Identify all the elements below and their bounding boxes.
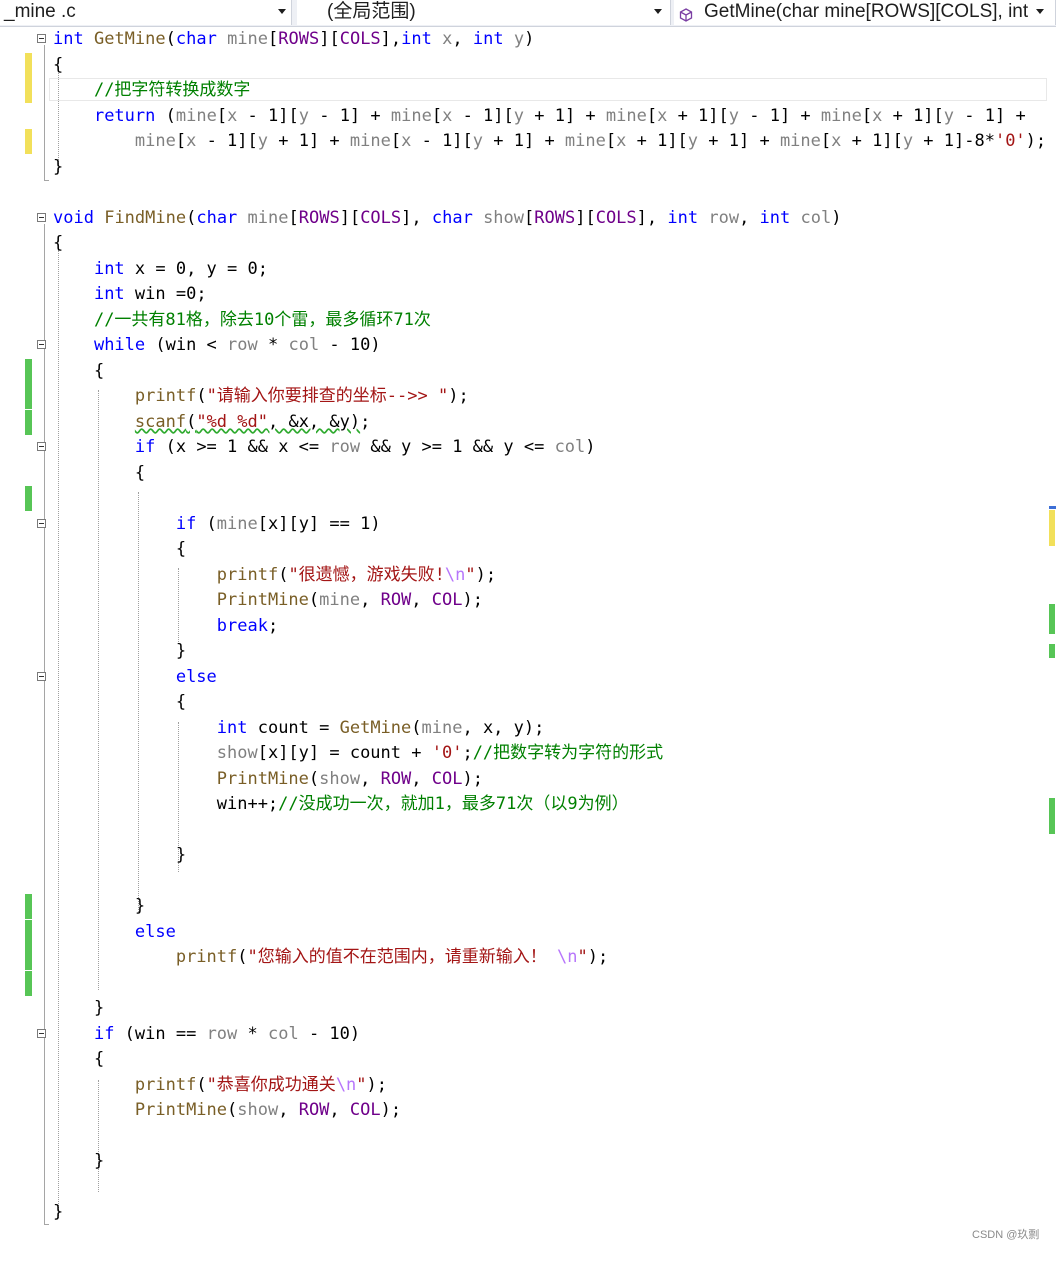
- scroll-change-marker: [1049, 604, 1055, 634]
- code-line[interactable]: if (win == row * col - 10): [0, 1022, 1050, 1047]
- change-marker-saved: [25, 894, 32, 919]
- code-line[interactable]: printf("恭喜你成功通关\n");: [0, 1073, 1050, 1098]
- chevron-down-icon: [654, 9, 662, 14]
- code-line[interactable]: [0, 971, 1050, 996]
- code-line[interactable]: PrintMine(mine, ROW, COL);: [0, 588, 1050, 613]
- change-marker-saved: [25, 410, 32, 435]
- scrollbar-map[interactable]: [1049, 26, 1056, 1250]
- collapse-toggle-icon[interactable]: [37, 442, 46, 451]
- code-line[interactable]: printf("请输入你要排查的坐标-->> ");: [0, 384, 1050, 409]
- code-line[interactable]: printf("您输入的值不在范围内，请重新输入！ \n");: [0, 945, 1050, 970]
- code-line[interactable]: return (mine[x - 1][y - 1] + mine[x - 1]…: [0, 104, 1050, 129]
- code-line[interactable]: void FindMine(char mine[ROWS][COLS], cha…: [0, 206, 1050, 231]
- code-line[interactable]: show[x][y] = count + '0';//把数字转为字符的形式: [0, 741, 1050, 766]
- change-marker-saved: [25, 359, 32, 384]
- code-line[interactable]: {: [0, 461, 1050, 486]
- code-line[interactable]: scanf("%d %d", &x, &y);: [0, 410, 1050, 435]
- code-line[interactable]: }: [0, 1149, 1050, 1174]
- change-marker-saved: [25, 920, 32, 945]
- code-line[interactable]: int win =0;: [0, 282, 1050, 307]
- code-line[interactable]: {: [0, 231, 1050, 256]
- scroll-change-marker: [1049, 798, 1055, 834]
- code-line[interactable]: {: [0, 690, 1050, 715]
- collapse-toggle-icon[interactable]: [37, 519, 46, 528]
- collapse-toggle-icon[interactable]: [37, 340, 46, 349]
- change-marker-unsaved: [25, 53, 32, 78]
- code-line[interactable]: if (x >= 1 && x <= row && y >= 1 && y <=…: [0, 435, 1050, 460]
- outline-bracket-end: [44, 180, 49, 181]
- code-line[interactable]: {: [0, 537, 1050, 562]
- change-marker-saved: [25, 971, 32, 996]
- code-line[interactable]: while (win < row * col - 10): [0, 333, 1050, 358]
- change-marker-unsaved: [25, 78, 32, 103]
- code-line[interactable]: int GetMine(char mine[ROWS][COLS],int x,…: [0, 27, 1050, 52]
- code-line[interactable]: }: [0, 843, 1050, 868]
- code-line[interactable]: int count = GetMine(mine, x, y);: [0, 716, 1050, 741]
- code-line[interactable]: else: [0, 920, 1050, 945]
- scroll-change-marker: [1049, 644, 1055, 658]
- scroll-caret-marker: [1049, 506, 1056, 509]
- change-marker-unsaved: [25, 129, 32, 154]
- file-dropdown[interactable]: _mine .c: [0, 0, 292, 25]
- collapse-toggle-icon[interactable]: [37, 1029, 46, 1038]
- collapse-toggle-icon[interactable]: [37, 672, 46, 681]
- code-line[interactable]: }: [0, 894, 1050, 919]
- code-line[interactable]: int x = 0, y = 0;: [0, 257, 1050, 282]
- change-marker-saved: [25, 486, 32, 511]
- code-line[interactable]: PrintMine(show, ROW, COL);: [0, 767, 1050, 792]
- code-line[interactable]: }: [0, 1200, 1050, 1225]
- code-line[interactable]: }: [0, 639, 1050, 664]
- collapse-toggle-icon[interactable]: [37, 34, 46, 43]
- scope-dropdown[interactable]: (全局范围): [297, 0, 671, 25]
- code-line[interactable]: PrintMine(show, ROW, COL);: [0, 1098, 1050, 1123]
- member-dropdown-label: GetMine(char mine[ROWS][COLS], int: [704, 1, 1029, 22]
- code-line[interactable]: if (mine[x][y] == 1): [0, 512, 1050, 537]
- change-marker-saved: [25, 384, 32, 409]
- chevron-down-icon: [1036, 9, 1044, 14]
- code-line[interactable]: }: [0, 996, 1050, 1021]
- chevron-down-icon: [278, 9, 286, 14]
- scope-dropdown-label: (全局范围): [327, 1, 416, 22]
- watermark: CSDN @玖剽: [972, 1229, 1040, 1241]
- code-line[interactable]: {: [0, 1047, 1050, 1072]
- member-dropdown[interactable]: GetMine(char mine[ROWS][COLS], int: [674, 0, 1056, 25]
- code-line[interactable]: //一共有81格，除去10个雷，最多循环71次: [0, 308, 1050, 333]
- code-line[interactable]: printf("很遗憾，游戏失败!\n");: [0, 563, 1050, 588]
- file-dropdown-label: _mine .c: [4, 1, 76, 22]
- code-line[interactable]: {: [0, 53, 1050, 78]
- code-line[interactable]: mine[x - 1][y + 1] + mine[x - 1][y + 1] …: [0, 129, 1050, 154]
- collapse-toggle-icon[interactable]: [37, 213, 46, 222]
- scroll-change-marker: [1049, 510, 1055, 546]
- code-line[interactable]: [0, 486, 1050, 511]
- navigation-bar: _mine .c (全局范围) GetMine(char mine[ROWS][…: [0, 0, 1056, 27]
- code-line[interactable]: win++;//没成功一次，就加1，最多71次（以9为例）: [0, 792, 1050, 817]
- change-marker-saved: [25, 945, 32, 970]
- code-line[interactable]: }: [0, 155, 1050, 180]
- code-line-current[interactable]: //把字符转换成数字: [0, 78, 1050, 103]
- code-line[interactable]: {: [0, 359, 1050, 384]
- code-line[interactable]: else: [0, 665, 1050, 690]
- code-line[interactable]: break;: [0, 614, 1050, 639]
- code-editor[interactable]: int GetMine(char mine[ROWS][COLS],int x,…: [0, 26, 1056, 1250]
- function-cube-icon: [679, 5, 693, 25]
